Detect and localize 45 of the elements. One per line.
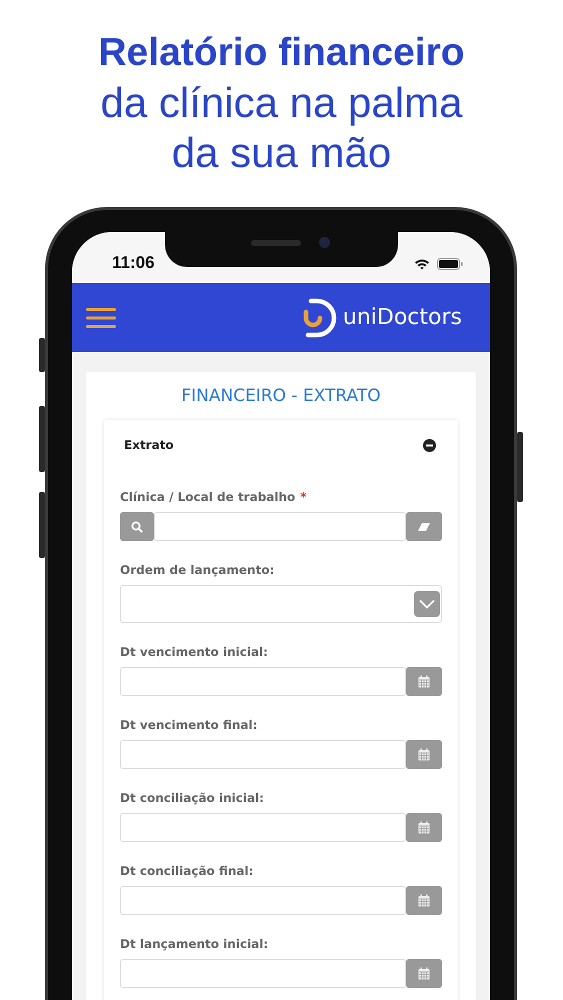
speaker-grille: [251, 240, 301, 246]
date-field[interactable]: [120, 959, 406, 988]
headline-text: da sua mão: [170, 128, 392, 178]
date-field[interactable]: [120, 740, 406, 769]
status-time: 11:06: [112, 253, 155, 273]
calendar-icon: [418, 967, 430, 980]
calendar-icon: [418, 748, 430, 761]
eraser-icon: [417, 522, 431, 532]
required-mark: *: [300, 490, 307, 504]
calendar-icon: [418, 894, 430, 907]
calendar-button[interactable]: [406, 667, 442, 696]
wifi-icon: [414, 258, 430, 270]
search-button[interactable]: [120, 512, 154, 541]
date-field[interactable]: [120, 886, 406, 915]
date-field[interactable]: [120, 813, 406, 842]
headline-text: Relatório financeiro: [97, 30, 466, 76]
panel-title: Extrato: [124, 438, 174, 452]
chevron-down-icon: [419, 599, 435, 609]
clear-button[interactable]: [406, 512, 442, 541]
calendar-button[interactable]: [406, 886, 442, 915]
field-label: Dt vencimento final:: [120, 718, 258, 732]
menu-icon[interactable]: [86, 306, 116, 328]
field-label: Dt vencimento inicial:: [120, 645, 268, 659]
field-label: Dt conciliação final:: [120, 864, 254, 878]
brand-name: uniDoctors: [342, 305, 462, 330]
battery-icon: [437, 258, 463, 270]
calendar-button[interactable]: [406, 959, 442, 988]
page-title: FINANCEIRO - EXTRATO: [180, 386, 382, 406]
input-field[interactable]: [154, 512, 406, 541]
select-field[interactable]: [120, 585, 442, 623]
headline-text: da clínica na palma: [100, 78, 464, 128]
field-label: Dt conciliação inicial:: [120, 791, 264, 805]
calendar-icon: [418, 821, 430, 834]
calendar-icon: [418, 675, 430, 688]
date-field[interactable]: [120, 667, 406, 696]
field-label: Clínica / Local de trabalho: [120, 490, 296, 504]
calendar-button[interactable]: [406, 813, 442, 842]
calendar-button[interactable]: [406, 740, 442, 769]
search-icon: [131, 520, 143, 532]
camera-lens: [319, 237, 330, 248]
field-label: Ordem de lançamento:: [120, 563, 274, 577]
collapse-icon[interactable]: [423, 438, 436, 452]
logo-icon: [302, 298, 337, 338]
dropdown-button[interactable]: [414, 591, 440, 617]
field-label: Dt lançamento inicial:: [120, 937, 268, 951]
